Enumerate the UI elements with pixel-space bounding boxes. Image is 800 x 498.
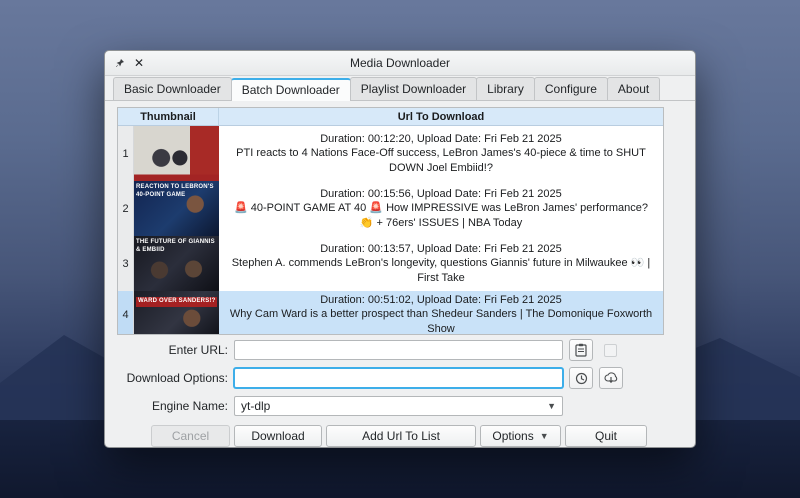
tab-configure[interactable]: Configure (534, 77, 608, 100)
chevron-down-icon: ▼ (540, 431, 549, 441)
row-title: 🚨 40-POINT GAME AT 40 🚨 How IMPRESSIVE w… (227, 201, 655, 230)
table-row[interactable]: 3 THE FUTURE OF GIANNIS & EMBIID Duratio… (118, 236, 663, 291)
row-title: Why Cam Ward is a better prospect than S… (227, 307, 655, 335)
media-downloader-window: ✕ Media Downloader Basic Downloader Batc… (104, 50, 696, 448)
window-title: Media Downloader (105, 56, 695, 70)
cloud-download-icon (604, 372, 618, 384)
table-row[interactable]: 1 Duration: 00:12:20, Upload Date: Fri F… (118, 126, 663, 181)
row-title: PTI reacts to 4 Nations Face-Off success… (227, 146, 655, 175)
header-thumbnail: Thumbnail (118, 108, 219, 125)
row-text: Duration: 00:15:56, Upload Date: Fri Feb… (219, 181, 663, 236)
enter-url-label: Enter URL: (117, 343, 228, 357)
cancel-button: Cancel (151, 425, 230, 447)
row-number: 2 (118, 181, 134, 236)
add-url-to-list-button[interactable]: Add Url To List (326, 425, 476, 447)
row-number: 3 (118, 236, 134, 291)
table-row[interactable]: 2 REACTION TO LEBRON'S 40-POINT GAME Dur… (118, 181, 663, 236)
titlebar[interactable]: ✕ Media Downloader (105, 51, 695, 76)
tab-basic-downloader[interactable]: Basic Downloader (113, 77, 232, 100)
download-button[interactable]: Download (234, 425, 322, 447)
quit-button[interactable]: Quit (565, 425, 647, 447)
thumbnail-text: WARD OVER SANDERS!? (136, 297, 217, 307)
engine-name-label: Engine Name: (117, 399, 228, 413)
thumbnail-text: THE FUTURE OF GIANNIS & EMBIID (136, 239, 217, 254)
row-text: Duration: 00:13:57, Upload Date: Fri Feb… (219, 236, 663, 291)
row-text: Duration: 00:12:20, Upload Date: Fri Feb… (219, 126, 663, 181)
tab-library[interactable]: Library (476, 77, 535, 100)
row-number: 1 (118, 126, 134, 181)
download-options-input[interactable] (234, 368, 563, 388)
clipboard-icon (575, 343, 587, 357)
row-text: Duration: 00:51:02, Upload Date: Fri Feb… (219, 291, 663, 335)
video-thumbnail: WARD OVER SANDERS!? (134, 291, 219, 335)
close-icon[interactable]: ✕ (134, 57, 144, 69)
chevron-down-icon: ▼ (547, 401, 556, 411)
url-table: Thumbnail Url To Download 1 Duration: 00… (117, 107, 664, 335)
tab-bar: Basic Downloader Batch Downloader Playli… (105, 76, 695, 101)
url-checkbox[interactable] (604, 344, 617, 357)
video-thumbnail: REACTION TO LEBRON'S 40-POINT GAME (134, 181, 219, 236)
row-duration: Duration: 00:15:56, Upload Date: Fri Feb… (227, 187, 655, 202)
options-history-button[interactable] (569, 367, 593, 389)
video-thumbnail: THE FUTURE OF GIANNIS & EMBIID (134, 236, 219, 291)
pin-icon[interactable] (115, 58, 125, 68)
url-input[interactable] (234, 340, 563, 360)
row-title: Stephen A. commends LeBron's longevity, … (227, 256, 655, 285)
video-thumbnail (134, 126, 219, 181)
tab-playlist-downloader[interactable]: Playlist Downloader (350, 77, 477, 100)
download-defaults-button[interactable] (599, 367, 623, 389)
paste-clipboard-button[interactable] (569, 339, 593, 361)
tab-about[interactable]: About (607, 77, 660, 100)
row-duration: Duration: 00:13:57, Upload Date: Fri Feb… (227, 242, 655, 257)
table-header: Thumbnail Url To Download (118, 108, 663, 126)
engine-selected-value: yt-dlp (241, 399, 270, 413)
thumbnail-text: REACTION TO LEBRON'S 40-POINT GAME (136, 184, 217, 199)
options-button-label: Options (492, 429, 533, 443)
download-options-label: Download Options: (117, 371, 228, 385)
row-duration: Duration: 00:12:20, Upload Date: Fri Feb… (227, 132, 655, 147)
row-number: 4 (118, 291, 134, 335)
options-button[interactable]: Options ▼ (480, 425, 561, 447)
row-duration: Duration: 00:51:02, Upload Date: Fri Feb… (227, 293, 655, 308)
engine-select[interactable]: yt-dlp ▼ (234, 396, 563, 416)
header-url-to-download: Url To Download (219, 111, 663, 123)
history-icon (575, 372, 588, 385)
table-row-selected[interactable]: 4 WARD OVER SANDERS!? Duration: 00:51:02… (118, 291, 663, 335)
tab-batch-downloader[interactable]: Batch Downloader (231, 78, 351, 101)
